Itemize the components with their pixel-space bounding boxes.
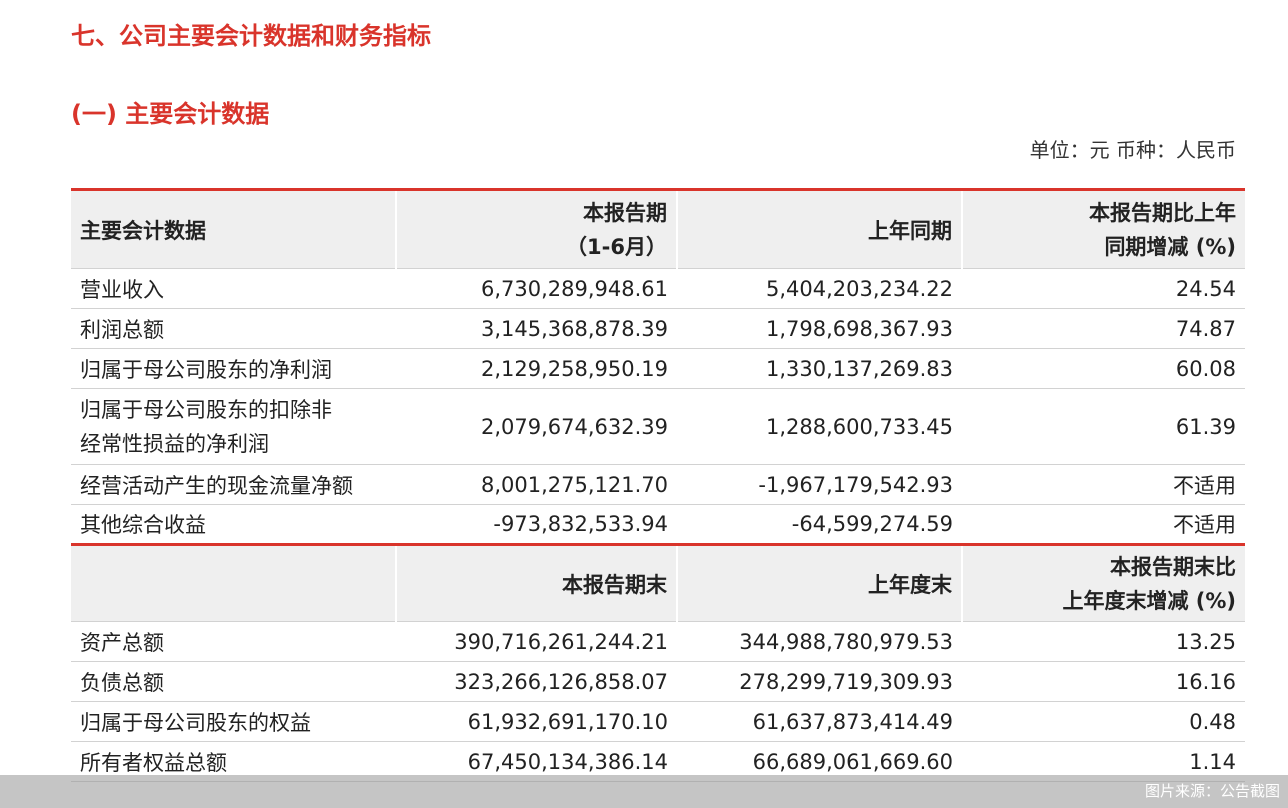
row-prior: 1,288,600,733.45: [677, 388, 962, 465]
table-row: 利润总额 3,145,368,878.39 1,798,698,367.93 7…: [71, 308, 1245, 349]
header-change-line1: 本报告期比上年: [1089, 200, 1236, 225]
header-prior-period: 上年同期: [676, 189, 962, 269]
row-label: 归属于母公司股东的净利润: [71, 348, 396, 389]
row-current: 2,129,258,950.19: [396, 348, 677, 389]
row-change: 不适用: [962, 464, 1245, 505]
header-change-end-line2: 上年度末增减 (%): [1062, 588, 1236, 613]
header-item: 主要会计数据: [71, 189, 396, 269]
header-change-line2: 同期增减 (%): [1104, 234, 1236, 259]
row-label: 负债总额: [71, 661, 396, 702]
row-change: 0.48: [962, 701, 1245, 742]
row-change: 24.54: [962, 268, 1245, 309]
sub-title: (一) 主要会计数据: [71, 100, 270, 128]
row-change: 74.87: [962, 308, 1245, 349]
row-current: 8,001,275,121.70: [396, 464, 677, 505]
row-current: -973,832,533.94: [396, 504, 677, 545]
row-current: 2,079,674,632.39: [396, 388, 677, 465]
source-caption: 图片来源：公告截图: [1144, 782, 1280, 800]
row-prior: 278,299,719,309.93: [677, 661, 962, 702]
row-label: 其他综合收益: [71, 504, 396, 545]
header-current-line1: 本报告期: [583, 200, 667, 225]
table-row: 归属于母公司股东的扣除非 经常性损益的净利润 2,079,674,632.39 …: [71, 388, 1245, 465]
row-label-line1: 归属于母公司股东的扣除非: [80, 397, 332, 422]
row-label: 归属于母公司股东的扣除非 经常性损益的净利润: [71, 388, 396, 465]
row-label: 经营活动产生的现金流量净额: [71, 464, 396, 505]
header-change: 本报告期比上年 同期增减 (%): [961, 189, 1245, 269]
row-prior: 1,798,698,367.93: [677, 308, 962, 349]
accounting-data-table: 主要会计数据 本报告期 （1-6月） 上年同期 本报告期比上年 同期增减 (%)…: [71, 188, 1245, 782]
row-current: 390,716,261,244.21: [396, 621, 677, 662]
table1-header-row: 主要会计数据 本报告期 （1-6月） 上年同期 本报告期比上年 同期增减 (%): [71, 189, 1245, 269]
header-item-blank: [71, 544, 396, 622]
row-change: 13.25: [962, 621, 1245, 662]
header-change-end: 本报告期末比 上年度末增减 (%): [961, 544, 1245, 622]
row-prior: 1,330,137,269.83: [677, 348, 962, 389]
source-caption-bar: 图片来源：公告截图: [0, 775, 1288, 808]
row-change: 不适用: [962, 504, 1245, 545]
row-label: 资产总额: [71, 621, 396, 662]
table2-header-row: 本报告期末 上年度末 本报告期末比 上年度末增减 (%): [71, 544, 1245, 622]
header-period-end: 本报告期末: [395, 544, 677, 622]
row-change: 61.39: [962, 388, 1245, 465]
header-current-period: 本报告期 （1-6月）: [395, 189, 677, 269]
row-label: 营业收入: [71, 268, 396, 309]
table-row: 其他综合收益 -973,832,533.94 -64,599,274.59 不适…: [71, 504, 1245, 545]
row-current: 323,266,126,858.07: [396, 661, 677, 702]
row-label: 利润总额: [71, 308, 396, 349]
row-label: 归属于母公司股东的权益: [71, 701, 396, 742]
row-prior: -1,967,179,542.93: [677, 464, 962, 505]
unit-note: 单位：元 币种：人民币: [1029, 138, 1236, 162]
table-row: 资产总额 390,716,261,244.21 344,988,780,979.…: [71, 621, 1245, 662]
row-change: 60.08: [962, 348, 1245, 389]
row-prior: 61,637,873,414.49: [677, 701, 962, 742]
section-title: 七、公司主要会计数据和财务指标: [71, 22, 431, 50]
header-current-line2: （1-6月）: [566, 234, 667, 259]
header-prior-year-end: 上年度末: [676, 544, 962, 622]
row-current: 3,145,368,878.39: [396, 308, 677, 349]
row-label-line2: 经常性损益的净利润: [80, 431, 269, 456]
row-change: 16.16: [962, 661, 1245, 702]
header-change-end-line1: 本报告期末比: [1110, 554, 1236, 579]
table-row: 归属于母公司股东的净利润 2,129,258,950.19 1,330,137,…: [71, 348, 1245, 389]
table-row: 经营活动产生的现金流量净额 8,001,275,121.70 -1,967,17…: [71, 464, 1245, 505]
row-current: 6,730,289,948.61: [396, 268, 677, 309]
table-row: 负债总额 323,266,126,858.07 278,299,719,309.…: [71, 661, 1245, 702]
table-row: 归属于母公司股东的权益 61,932,691,170.10 61,637,873…: [71, 701, 1245, 742]
row-current: 61,932,691,170.10: [396, 701, 677, 742]
row-prior: -64,599,274.59: [677, 504, 962, 545]
row-prior: 344,988,780,979.53: [677, 621, 962, 662]
table-row: 营业收入 6,730,289,948.61 5,404,203,234.22 2…: [71, 268, 1245, 309]
row-prior: 5,404,203,234.22: [677, 268, 962, 309]
